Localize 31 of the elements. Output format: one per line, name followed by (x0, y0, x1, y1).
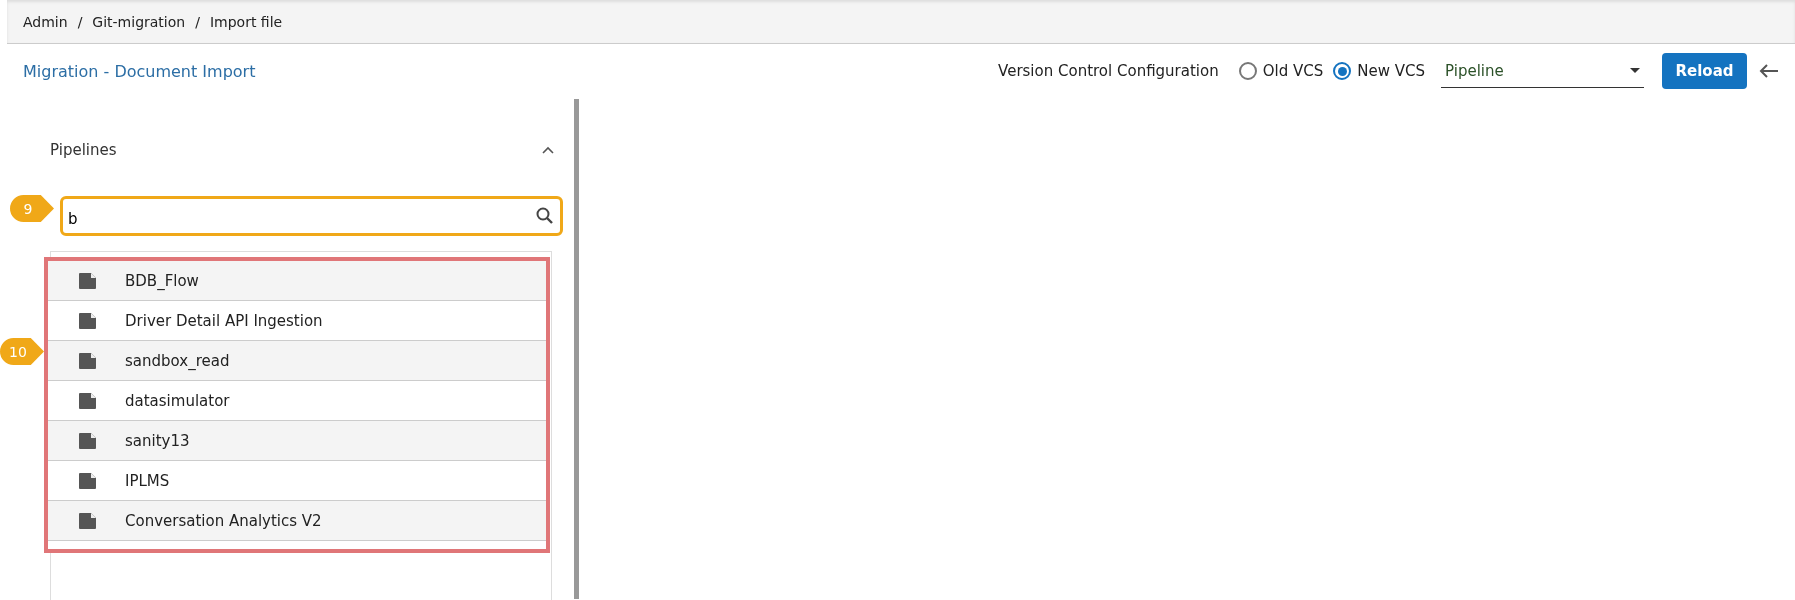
document-icon (78, 472, 97, 489)
scrollbar[interactable] (574, 99, 579, 599)
vcs-radio[interactable]: Old VCS (1238, 62, 1324, 80)
callout-badge: 10 (0, 338, 44, 365)
pipeline-item[interactable]: BDB_Flow (48, 261, 546, 301)
breadcrumb-separator: / (77, 13, 83, 30)
search-icon (536, 207, 553, 224)
breadcrumb-link[interactable]: Git-migration (92, 13, 186, 30)
document-icon (78, 352, 97, 369)
document-icon (78, 312, 97, 329)
breadcrumb-separator: / (195, 13, 200, 30)
caret-icon (1630, 68, 1640, 73)
reload-button[interactable]: Reload (1662, 53, 1747, 89)
pipeline-dropdown[interactable]: Pipeline (1441, 54, 1644, 88)
vcs-radio[interactable]: New VCS (1333, 62, 1425, 80)
pipeline-item[interactable]: sandbox_read (48, 341, 546, 381)
panel-title: Pipelines (50, 141, 117, 159)
search-field[interactable]: b (60, 196, 563, 236)
callout-badge: 9 (10, 195, 54, 222)
page-title: Migration - Document Import (23, 61, 257, 81)
breadcrumb-link[interactable]: Admin (23, 13, 68, 30)
breadcrumb-link[interactable]: Import file (209, 13, 283, 30)
document-icon (78, 272, 97, 289)
config-label: Version Control Configuration (998, 62, 1219, 80)
document-icon (78, 432, 97, 449)
pipeline-item[interactable]: sanity13 (48, 421, 546, 461)
document-icon (78, 392, 97, 409)
document-icon (78, 512, 97, 529)
pipeline-item[interactable]: Conversation Analytics V2 (48, 501, 546, 541)
collapse-chevron-icon[interactable] (542, 145, 554, 155)
back-arrow-icon[interactable] (1759, 63, 1779, 79)
